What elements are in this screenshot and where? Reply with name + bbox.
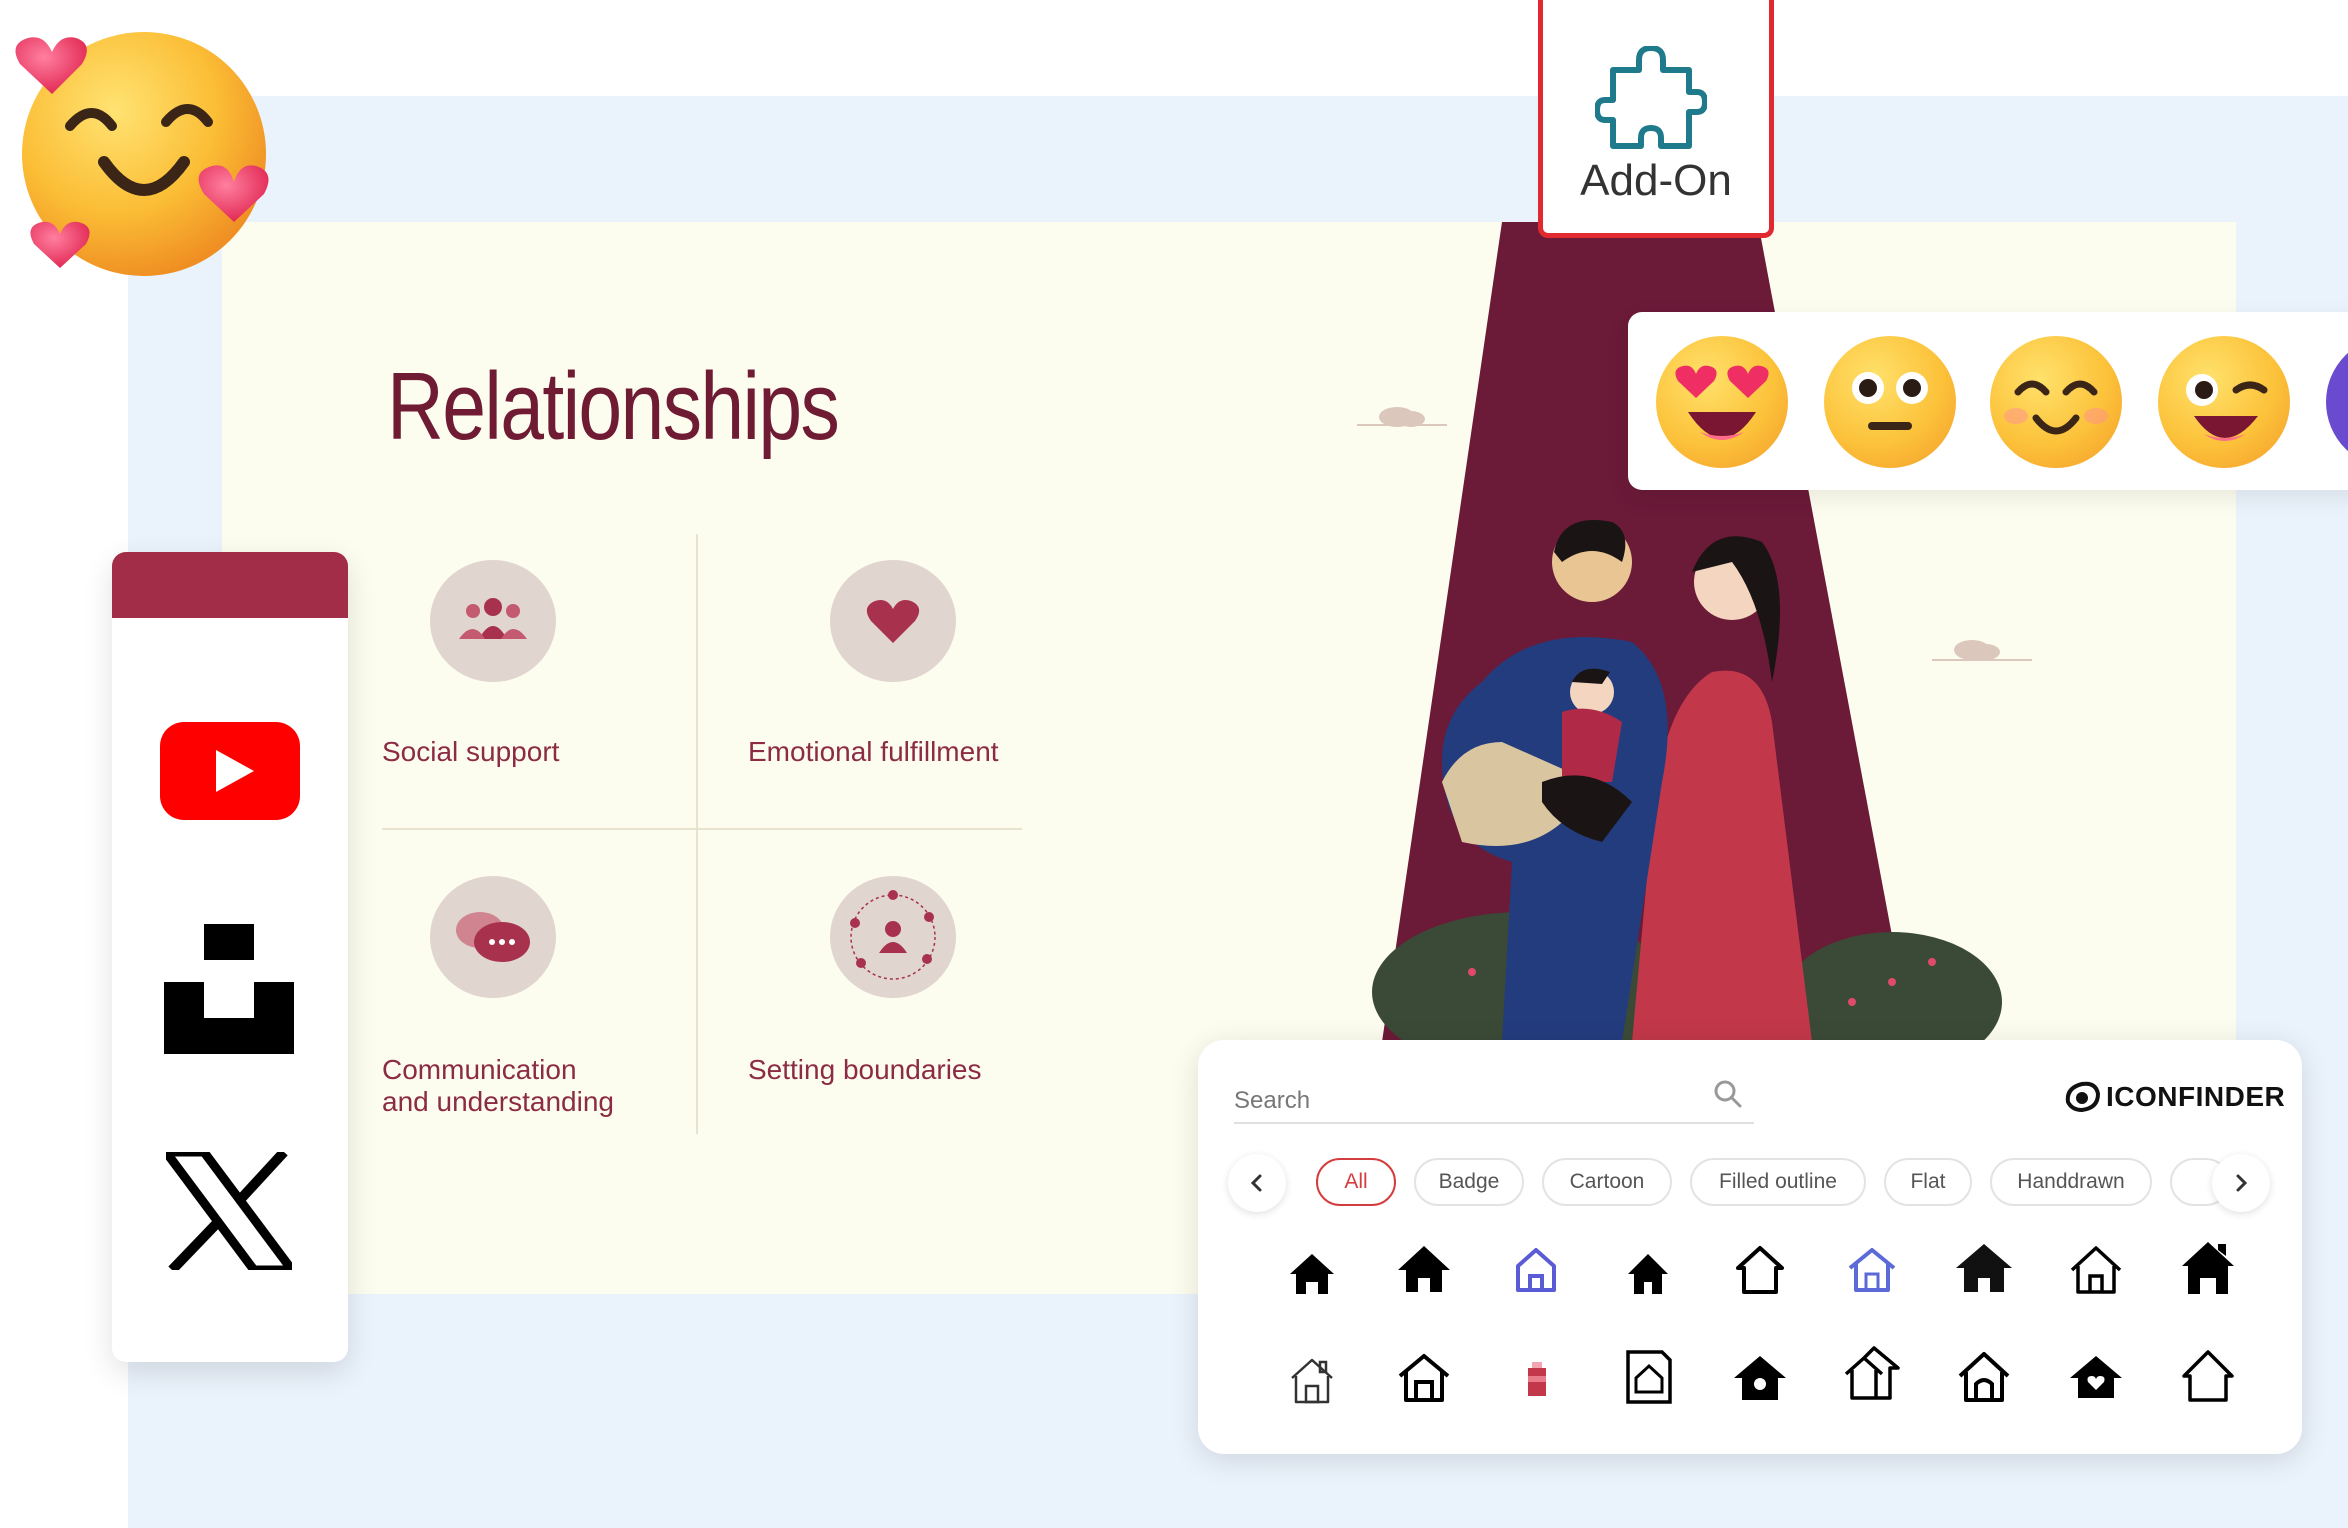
winking-face-emoji[interactable] — [2158, 336, 2290, 468]
home-icon[interactable] — [1730, 1240, 1790, 1300]
filter-pill-flat[interactable]: Flat — [1884, 1158, 1972, 1206]
addon-highlight-box[interactable]: Add-On — [1538, 0, 1774, 238]
x-logo[interactable] — [166, 1152, 292, 1270]
home-icon[interactable] — [1618, 1346, 1678, 1406]
iconfinder-brand[interactable]: ICONFINDER — [2064, 1080, 2285, 1114]
heart-icon — [830, 560, 956, 682]
home-icon[interactable] — [1618, 1244, 1678, 1304]
filter-pill-cartoon[interactable]: Cartoon — [1542, 1158, 1672, 1206]
brand-name: ICONFINDER — [2106, 1081, 2286, 1112]
home-icon[interactable] — [1394, 1240, 1454, 1300]
filter-pill-badge[interactable]: Badge — [1414, 1158, 1524, 1206]
home-icon[interactable] — [1730, 1350, 1790, 1410]
addon-label: Add-On — [1580, 156, 1732, 205]
youtube-logo[interactable] — [160, 722, 300, 820]
unsplash-logo[interactable] — [164, 924, 294, 1054]
smiling-face-with-hearts-emoji — [15, 32, 269, 276]
home-icon[interactable] — [1394, 1348, 1454, 1408]
home-icon[interactable] — [1282, 1350, 1342, 1410]
search-input[interactable] — [1234, 1080, 1754, 1124]
filter-pill-handdrawn[interactable]: Handdrawn — [1990, 1158, 2152, 1206]
item-label-line2: and understanding — [382, 1086, 614, 1117]
puzzle-piece-icon — [1595, 46, 1707, 149]
home-icon[interactable] — [1506, 1240, 1566, 1300]
search-icon[interactable] — [1712, 1078, 1744, 1110]
item-label-setting-boundaries: Setting boundaries — [748, 1054, 982, 1085]
item-label-emotional-fulfillment: Emotional fulfillment — [748, 736, 999, 767]
heart-eyes-emoji[interactable] — [1656, 336, 1788, 468]
chevron-right-icon — [2236, 1174, 2248, 1192]
home-icon[interactable] — [1842, 1344, 1902, 1404]
person-boundary-icon — [830, 876, 956, 998]
item-label-line1: Communication — [382, 1054, 577, 1085]
home-icon[interactable] — [1954, 1238, 2014, 1298]
chat-bubbles-icon — [430, 876, 556, 998]
neutral-face-emoji[interactable] — [1824, 336, 1956, 468]
people-group-icon — [430, 560, 556, 682]
iconfinder-panel: ICONFINDER All Badge Cartoon Filled outl… — [1198, 1040, 2302, 1454]
divider-horizontal — [382, 828, 1022, 830]
filter-pill-all[interactable]: All — [1316, 1158, 1396, 1206]
emoji-picker-panel — [1628, 312, 2348, 490]
chevron-left-icon — [1250, 1174, 1262, 1192]
home-icon[interactable] — [2178, 1346, 2238, 1406]
social-panel-header — [112, 552, 348, 618]
divider-vertical — [696, 534, 698, 1134]
home-icon[interactable] — [2066, 1240, 2126, 1300]
social-media-panel — [112, 552, 348, 1362]
home-icon[interactable] — [1954, 1346, 2014, 1406]
partial-emoji[interactable] — [2326, 336, 2348, 468]
home-icon[interactable] — [2066, 1348, 2126, 1408]
item-label-communication: Communication and understanding — [382, 1054, 614, 1118]
filter-pill-filled-outline[interactable]: Filled outline — [1690, 1158, 1866, 1206]
home-icon[interactable] — [1282, 1244, 1342, 1304]
filter-next-button[interactable] — [2212, 1154, 2270, 1212]
iconfinder-logo-icon — [2065, 1081, 2100, 1113]
slide-title: Relationships — [387, 353, 840, 460]
filter-prev-button[interactable] — [1228, 1154, 1286, 1212]
item-label-social-support: Social support — [382, 736, 560, 767]
home-icon[interactable] — [1842, 1240, 1902, 1300]
home-icon[interactable] — [2178, 1238, 2238, 1298]
smiling-face-emoji[interactable] — [1990, 336, 2122, 468]
home-icon[interactable] — [1506, 1348, 1566, 1408]
